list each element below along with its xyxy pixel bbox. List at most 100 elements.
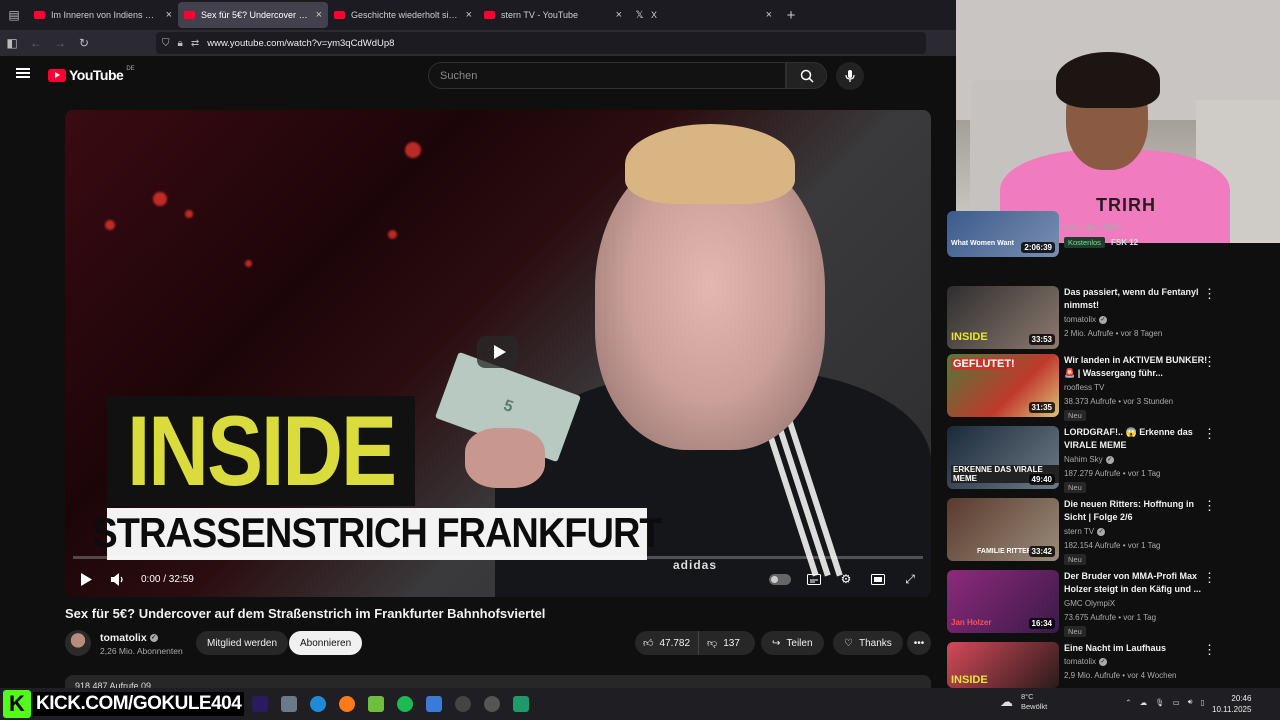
video-thumbnail[interactable]: INSIDE — [947, 642, 1059, 688]
subtitles-icon[interactable] — [805, 570, 823, 588]
premiere-icon[interactable] — [252, 696, 268, 712]
more-options-icon[interactable]: ⋮ — [1203, 427, 1216, 442]
video-title[interactable]: Der Bruder von MMA-Profi Max Holzer stei… — [1064, 570, 1210, 596]
firefox-icon[interactable] — [339, 696, 355, 712]
autoplay-toggle[interactable] — [769, 573, 791, 585]
app-icon[interactable] — [513, 696, 529, 712]
lock-icon[interactable]: 🔒︎ — [178, 38, 183, 49]
video-thumbnail[interactable]: What Women Want 2:06:39 — [947, 211, 1059, 257]
channel-name[interactable]: tomatolix ✓ — [1064, 315, 1108, 324]
like-dislike-group: 👍︎ 47.782 👎︎ 137 — [635, 631, 755, 655]
tab-list-icon[interactable]: ▤ — [0, 0, 28, 30]
tab-close-icon[interactable]: × — [316, 9, 322, 21]
settings-gear-icon[interactable]: ⚙ — [837, 570, 855, 588]
video-title[interactable]: Eine Nacht im Laufhaus — [1064, 642, 1210, 655]
channel-name-text[interactable]: tomatolix — [1064, 657, 1096, 666]
microphone-icon[interactable]: 🎙︎ — [1155, 698, 1165, 707]
youtube-logo[interactable]: YouTube DE — [48, 66, 135, 83]
volume-icon[interactable] — [109, 570, 127, 588]
video-player[interactable]: 5 adidas INSIDE STRASSENSTRICH FRANKFURT… — [65, 110, 931, 597]
channel-name[interactable]: tomatolix ✓ — [1064, 657, 1108, 666]
recommendation-item[interactable]: INSIDE 33:53 Das passiert, wenn du Fenta… — [947, 286, 1280, 350]
browser-tab[interactable]: stern TV - YouTube × — [478, 2, 628, 28]
browser-tab[interactable]: Geschichte wiederholt sich - Fake × — [328, 2, 478, 28]
chevron-up-icon[interactable]: ⌃ — [1125, 698, 1131, 707]
search-button[interactable] — [786, 62, 827, 89]
photos-icon[interactable] — [426, 696, 442, 712]
notepad-icon[interactable] — [368, 696, 384, 712]
weather-widget[interactable]: 8°C Bewölkt — [1021, 692, 1047, 712]
forward-arrow-icon[interactable]: → — [48, 30, 72, 56]
address-bar[interactable]: ⛉ 🔒︎ ⇄ www.youtube.com/watch?v=ym3qCdWdU… — [156, 32, 926, 54]
battery-icon[interactable]: ▯ — [1200, 698, 1204, 707]
channel-name[interactable]: GMC OlympiX — [1064, 599, 1115, 608]
miniplayer-icon[interactable] — [869, 570, 887, 588]
tab-close-icon[interactable]: × — [616, 9, 622, 21]
obs-icon[interactable] — [455, 696, 471, 712]
subscribe-button[interactable]: Abonnieren — [289, 631, 363, 655]
sidebar-toggle-icon[interactable]: ◧ — [0, 30, 24, 56]
permissions-icon[interactable]: ⇄ — [191, 38, 199, 49]
video-title[interactable]: Wir landen in AKTIVEM BUNKER! 🚨 | Wasser… — [1064, 354, 1210, 380]
tab-close-icon[interactable]: × — [166, 9, 172, 21]
big-play-button[interactable] — [477, 336, 519, 368]
channel-name[interactable]: Nahim Sky ✓ — [1064, 455, 1114, 464]
browser-tab[interactable]: 𝕏 X × — [628, 2, 778, 28]
video-thumbnail[interactable]: FAMILIE RITTER 33:42 — [947, 498, 1059, 561]
more-options-icon[interactable]: ⋮ — [1203, 571, 1216, 586]
channel-name[interactable]: stern TV ✓ — [1064, 527, 1106, 536]
more-options-icon[interactable]: ⋮ — [1203, 287, 1216, 302]
channel-name[interactable]: tomatolix ✓ — [100, 632, 158, 644]
more-actions-button[interactable]: ••• — [907, 631, 931, 655]
video-title[interactable]: LORDGRAF!.. 😱 Erkenne das VIRALE MEME — [1064, 426, 1210, 452]
more-options-icon[interactable]: ⋮ — [1203, 643, 1216, 658]
reload-icon[interactable]: ↻ — [72, 30, 96, 56]
shield-icon[interactable]: ⛉ — [162, 38, 170, 49]
voice-search-button[interactable] — [836, 62, 864, 90]
spotify-icon[interactable] — [397, 696, 413, 712]
channel-name-text[interactable]: stern TV — [1064, 527, 1094, 536]
channel-name-text[interactable]: tomatolix — [1064, 315, 1096, 324]
browser-tab-active[interactable]: Sex für 5€? Undercover auf dem Straßenst… — [178, 2, 328, 28]
video-title[interactable]: Das passiert, wenn du Fentanyl nimmst! — [1064, 286, 1210, 312]
progress-bar[interactable] — [73, 556, 923, 559]
tab-close-icon[interactable]: × — [466, 9, 472, 21]
video-thumbnail[interactable]: GEFLUTET! 31:35 — [947, 354, 1059, 417]
video-thumbnail[interactable]: ERKENNE DAS VIRALE MEME 49:40 — [947, 426, 1059, 489]
more-options-icon[interactable]: ⋮ — [1203, 499, 1216, 514]
recommendation-item[interactable]: Jan Holzer 16:34 Der Bruder von MMA-Prof… — [947, 570, 1280, 637]
join-membership-button[interactable]: Mitglied werden — [196, 631, 289, 655]
channel-avatar[interactable] — [65, 630, 91, 656]
search-input[interactable] — [428, 62, 786, 89]
video-thumbnail[interactable]: Jan Holzer 16:34 — [947, 570, 1059, 633]
more-options-icon[interactable]: ⋮ — [1203, 355, 1216, 370]
recommendation-item[interactable]: What Women Want 2:06:39 Komödie • 2000 K… — [947, 211, 1280, 283]
new-tab-icon[interactable]: + — [778, 2, 804, 28]
recommendation-item[interactable]: FAMILIE RITTER 33:42 Die neuen Ritters: … — [947, 498, 1280, 565]
video-title[interactable]: Die neuen Ritters: Hoffnung in Sicht | F… — [1064, 498, 1210, 524]
edge-icon[interactable] — [310, 696, 326, 712]
file-explorer-icon[interactable] — [281, 696, 297, 712]
share-button[interactable]: ↪ Teilen — [761, 631, 824, 655]
thanks-button[interactable]: ♡ Thanks — [833, 631, 903, 655]
settings-gear-icon[interactable] — [484, 696, 500, 712]
video-thumbnail[interactable]: INSIDE 33:53 — [947, 286, 1059, 349]
recommendation-item[interactable]: ERKENNE DAS VIRALE MEME 49:40 LORDGRAF!.… — [947, 426, 1280, 493]
like-button[interactable]: 👍︎ 47.782 — [635, 631, 700, 655]
channel-name[interactable]: roofless TV — [1064, 383, 1104, 392]
recommendation-item[interactable]: GEFLUTET! 31:35 Wir landen in AKTIVEM BU… — [947, 354, 1280, 421]
menu-icon[interactable] — [16, 68, 30, 78]
url-text[interactable]: www.youtube.com/watch?v=ym3qCdWdUp8 — [207, 38, 394, 49]
channel-name-text[interactable]: Nahim Sky — [1064, 455, 1103, 464]
system-clock[interactable]: 20:46 10.11.2025 — [1212, 693, 1251, 715]
fullscreen-icon[interactable]: ⤢ — [901, 570, 919, 588]
tab-close-icon[interactable]: × — [766, 9, 772, 21]
speaker-icon[interactable]: 🔊︎ — [1188, 697, 1193, 707]
dislike-button[interactable]: 👎︎ 137 — [699, 637, 748, 650]
browser-tab[interactable]: Im Inneren von Indiens Poop-Wasser × — [28, 2, 178, 28]
channel-name-text[interactable]: tomatolix — [100, 632, 147, 644]
cloud-sync-icon[interactable]: ☁ — [1140, 698, 1148, 707]
back-arrow-icon[interactable]: ← — [24, 30, 48, 56]
play-icon[interactable] — [77, 570, 95, 588]
network-icon[interactable]: ▭ — [1173, 698, 1180, 707]
